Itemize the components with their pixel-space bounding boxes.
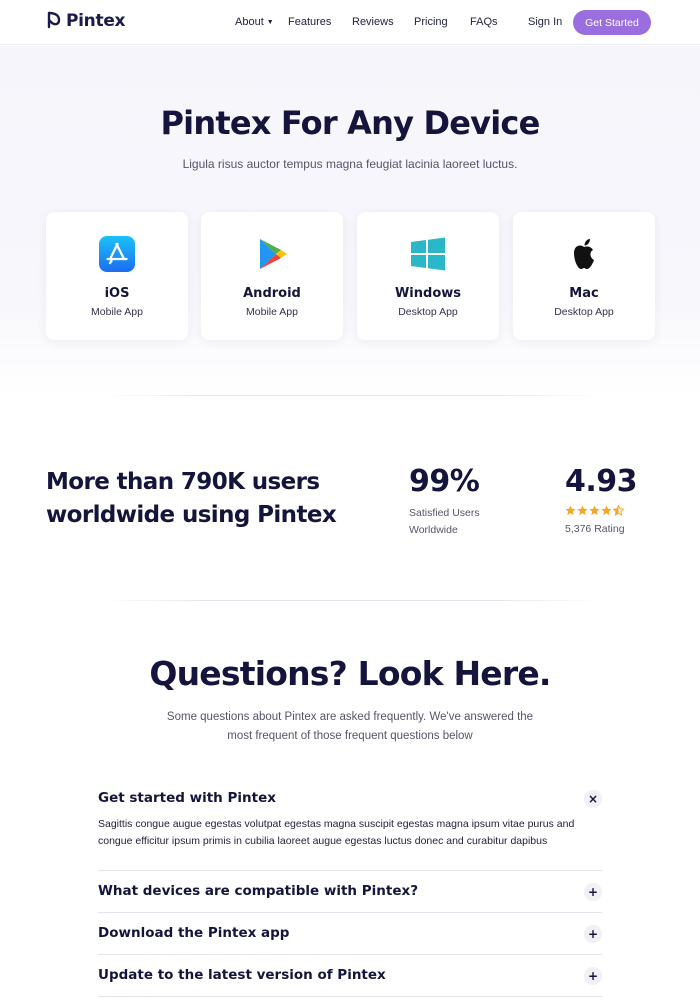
satisfied-users-line: Worldwide: [409, 524, 458, 536]
plus-icon[interactable]: +: [584, 883, 602, 901]
nav-link-features[interactable]: Features: [288, 16, 331, 28]
page-title: Pintex For Any Device: [160, 104, 541, 142]
apple-icon: [574, 239, 594, 269]
rating-value: 4.93: [565, 464, 638, 499]
device-card-ios[interactable]: iOS Mobile App: [46, 212, 188, 340]
device-card-mac[interactable]: Mac Desktop App: [513, 212, 655, 340]
faq-divider: [98, 912, 602, 913]
device-type: Desktop App: [554, 306, 614, 318]
satisfied-users-label: Satisfied Users Worldwide: [409, 505, 519, 539]
star-icon: [565, 505, 576, 516]
satisfied-users-value: 99%: [409, 464, 480, 499]
faq-item: Get started with Pintex × Sagittis congu…: [98, 790, 602, 860]
top-navbar: Pintex About ▼ Features Reviews Pricing F…: [0, 0, 700, 45]
app-store-icon: [99, 236, 135, 272]
nav-link-label: About: [235, 16, 264, 28]
device-type: Desktop App: [398, 306, 458, 318]
stats-heading-line: worldwide using Pintex: [46, 502, 337, 528]
nav-link-reviews[interactable]: Reviews: [352, 16, 394, 28]
stats-heading-line: More than 790K users: [46, 469, 320, 495]
half-star-icon: [613, 505, 624, 516]
faq-question[interactable]: Update to the latest version of Pintex: [98, 967, 602, 983]
star-icon: [601, 505, 612, 516]
device-name: iOS: [104, 286, 130, 301]
faq-subtitle-line: most frequent of those frequent question…: [227, 730, 473, 742]
faq-divider: [98, 870, 602, 871]
faq-title: Questions? Look Here.: [149, 654, 551, 693]
star-icon: [589, 505, 600, 516]
pintex-logo-icon: [47, 11, 61, 29]
faq-divider: [98, 996, 602, 997]
device-type: Mobile App: [91, 306, 143, 318]
google-play-icon: [260, 239, 287, 269]
faq-answer: Sagittis congue augue egestas volutpat e…: [98, 816, 602, 850]
get-started-button[interactable]: Get Started: [573, 10, 651, 35]
faq-item: What devices are compatible with Pintex?…: [98, 883, 602, 903]
section-divider: [100, 600, 600, 601]
faq-question[interactable]: What devices are compatible with Pintex?: [98, 883, 602, 899]
faq-question[interactable]: Get started with Pintex: [98, 790, 602, 806]
logo[interactable]: Pintex: [46, 11, 126, 31]
faq-question[interactable]: Download the Pintex app: [98, 925, 602, 941]
rating-stars: [565, 505, 625, 516]
chevron-down-icon: ▼: [266, 19, 274, 26]
plus-icon[interactable]: +: [584, 967, 602, 985]
device-card-windows[interactable]: Windows Desktop App: [357, 212, 499, 340]
device-name: Android: [243, 286, 301, 301]
stats-heading: More than 790K users worldwide using Pin…: [46, 466, 366, 532]
star-icon: [577, 505, 588, 516]
device-card-android[interactable]: Android Mobile App: [201, 212, 343, 340]
device-name: Mac: [569, 286, 599, 301]
rating-label: 5,376 Rating: [565, 523, 625, 535]
satisfied-users-line: Satisfied Users: [409, 507, 480, 519]
sign-in-link[interactable]: Sign In: [528, 16, 562, 28]
faq-divider: [98, 954, 602, 955]
faq-subtitle-line: Some questions about Pintex are asked fr…: [166, 711, 534, 723]
page-subtitle: Ligula risus auctor tempus magna feugiat…: [182, 157, 518, 171]
plus-icon[interactable]: +: [584, 925, 602, 943]
faq-answer-line: congue efficitur ipsum primis in cubilia…: [98, 835, 548, 847]
nav-link-faqs[interactable]: FAQs: [470, 16, 498, 28]
section-divider: [100, 395, 600, 396]
close-icon[interactable]: ×: [584, 790, 602, 808]
nav-link-about[interactable]: About ▼: [235, 16, 274, 28]
device-type: Mobile App: [246, 306, 298, 318]
faq-subtitle: Some questions about Pintex are asked fr…: [150, 708, 550, 746]
brand-name: Pintex: [66, 11, 126, 31]
device-name: Windows: [394, 286, 462, 301]
nav-link-pricing[interactable]: Pricing: [414, 16, 448, 28]
faq-item: Update to the latest version of Pintex +: [98, 967, 602, 987]
windows-icon: [411, 237, 445, 271]
faq-item: Download the Pintex app +: [98, 925, 602, 945]
faq-answer-line: Sagittis congue augue egestas volutpat e…: [98, 818, 575, 830]
